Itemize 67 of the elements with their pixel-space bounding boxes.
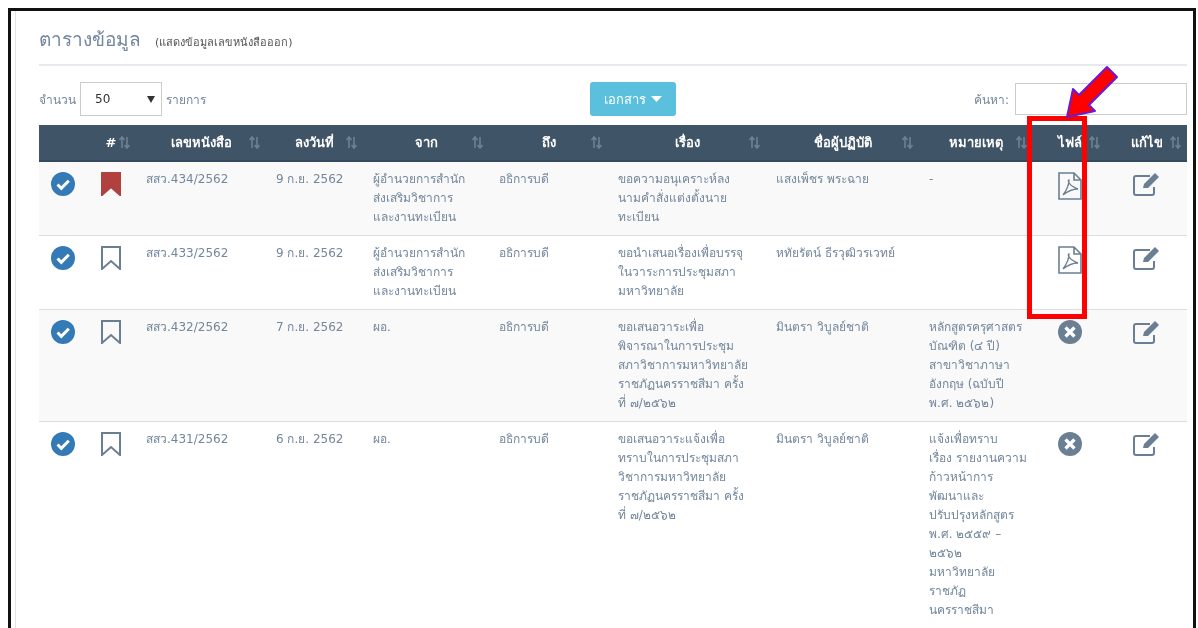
sender-text: ผอ. xyxy=(373,319,391,336)
assignee-name: มินตรา วิบูลย์ชาติ xyxy=(776,431,869,449)
column-header[interactable]: ไฟล์ xyxy=(1057,132,1082,153)
note-text: แจ้งเพื่อทราบ เรื่อง รายงานความ ก้าวหน้าการ พัฒนาและ ปรับปรุงหลักสูตร พ.ศ. ๒๕๕๙ – ๒๕๖๒ มหาวิทยาลัย ราชภัฏ นครราชสีมา xyxy=(929,430,1027,619)
recipient-text: อธิการบดี xyxy=(499,171,549,188)
subject-text: ขอเสนอวาระเพื่อ พิจารณาในการประชุม สภาวิชาการมหาวิทยาลัย ราชภัฏนครราชสีมา ครั้ง ที่ ๗/๒๕๖๒ xyxy=(618,318,748,412)
sort-icon[interactable] xyxy=(472,136,483,149)
pdf-file-icon[interactable] xyxy=(1057,172,1082,200)
pdf-file-icon[interactable] xyxy=(1057,246,1082,274)
panel-subtitle: (แสดงข้อมูลเลขหนังสือออก) xyxy=(155,35,293,51)
bookmark-icon[interactable] xyxy=(100,172,122,196)
close-circle-icon xyxy=(1057,320,1082,344)
bookmark-icon[interactable] xyxy=(100,320,122,344)
edit-icon[interactable] xyxy=(1132,172,1161,196)
edit-icon[interactable] xyxy=(1132,246,1161,270)
note-text: หลักสูตรครุศาสตร บัณฑิต (๔ ปี) สาขาวิชาภาษา อังกฤษ (ฉบับปี พ.ศ. ๒๕๖๒) xyxy=(929,319,1022,412)
subject-text: ขอเสนอวาระแจ้งเพื่อ ทราบในการประชุมสภา วิชาการมหาวิทยาลัย ราชภัฏนครราชสีมา ครั้ง ที่ ๗/๒๕๖๒ xyxy=(618,430,744,524)
column-header[interactable]: # xyxy=(105,135,117,150)
bookmark-icon[interactable] xyxy=(100,432,122,456)
sort-icon[interactable] xyxy=(249,136,260,149)
sort-icon[interactable] xyxy=(1170,136,1181,149)
assignee-name: หทัยรัตน์ ธีรวุฒิวรเวทย์ xyxy=(776,245,895,263)
search-label: ค้นหา: xyxy=(973,91,1009,109)
sort-icon[interactable] xyxy=(119,136,130,149)
document-number: สสว.434/2562 xyxy=(146,171,229,188)
recipient-text: อธิการบดี xyxy=(499,245,549,262)
sort-icon[interactable] xyxy=(902,136,913,149)
column-header[interactable]: จาก xyxy=(414,132,438,153)
recipient-text: อธิการบดี xyxy=(499,431,549,448)
annotation-arrow xyxy=(1066,66,1118,118)
panel-title: ตารางข้อมูล xyxy=(39,27,141,53)
recipient-text: อธิการบดี xyxy=(499,319,549,336)
sort-icon[interactable] xyxy=(346,136,357,149)
sort-icon[interactable] xyxy=(591,136,602,149)
subject-text: ขอนำเสนอเรื่องเพื่อบรรจุ ในวาระการประชุมสภา มหาวิทยาลัย xyxy=(618,244,743,300)
sender-text: ผอ. xyxy=(373,431,391,448)
assignee-name: แสงเพ็ชร พระฉาย xyxy=(776,170,869,188)
column-header[interactable]: เรื่อง xyxy=(674,132,700,153)
assignee-name: มินตรา วิบูลย์ชาติ xyxy=(776,319,869,337)
note-text: - xyxy=(929,171,934,188)
caret-icon xyxy=(147,95,155,103)
document-number: สสว.433/2562 xyxy=(146,245,229,262)
sort-icon[interactable] xyxy=(1016,136,1027,149)
bookmark-icon[interactable] xyxy=(100,246,122,270)
document-number: สสว.431/2562 xyxy=(146,431,229,448)
column-header[interactable]: ถึง xyxy=(541,132,556,153)
edit-icon[interactable] xyxy=(1132,432,1161,456)
sort-icon[interactable] xyxy=(1089,136,1100,149)
caret-icon xyxy=(651,96,662,102)
check-circle-icon[interactable] xyxy=(50,432,75,456)
subject-text: ขอความอนุเคราะห์ลง นามคำสั่งแต่งตั้งนาย ทะเบียน xyxy=(618,171,730,226)
page-length-select[interactable]: 50 xyxy=(80,82,162,116)
document-number: สสว.432/2562 xyxy=(146,319,229,336)
date-text: 9 ก.ย. 2562 xyxy=(276,171,344,188)
date-text: 7 ก.ย. 2562 xyxy=(276,319,344,336)
date-text: 9 ก.ย. 2562 xyxy=(276,245,344,262)
date-text: 6 ก.ย. 2562 xyxy=(276,431,344,448)
sender-text: ผู้อำนวยการสำนัก ส่งเสริมวิชาการ และงานทะเบียน xyxy=(373,245,465,300)
sender-text: ผู้อำนวยการสำนัก ส่งเสริมวิชาการ และงานทะเบียน xyxy=(373,171,465,226)
check-circle-icon[interactable] xyxy=(50,320,75,344)
edit-icon[interactable] xyxy=(1132,320,1161,344)
length-label: รายการ xyxy=(166,91,206,109)
check-circle-icon[interactable] xyxy=(50,246,75,270)
close-circle-icon xyxy=(1057,432,1082,456)
length-label: จำนวน xyxy=(39,91,76,109)
check-circle-icon[interactable] xyxy=(50,172,75,196)
sort-icon[interactable] xyxy=(749,136,760,149)
